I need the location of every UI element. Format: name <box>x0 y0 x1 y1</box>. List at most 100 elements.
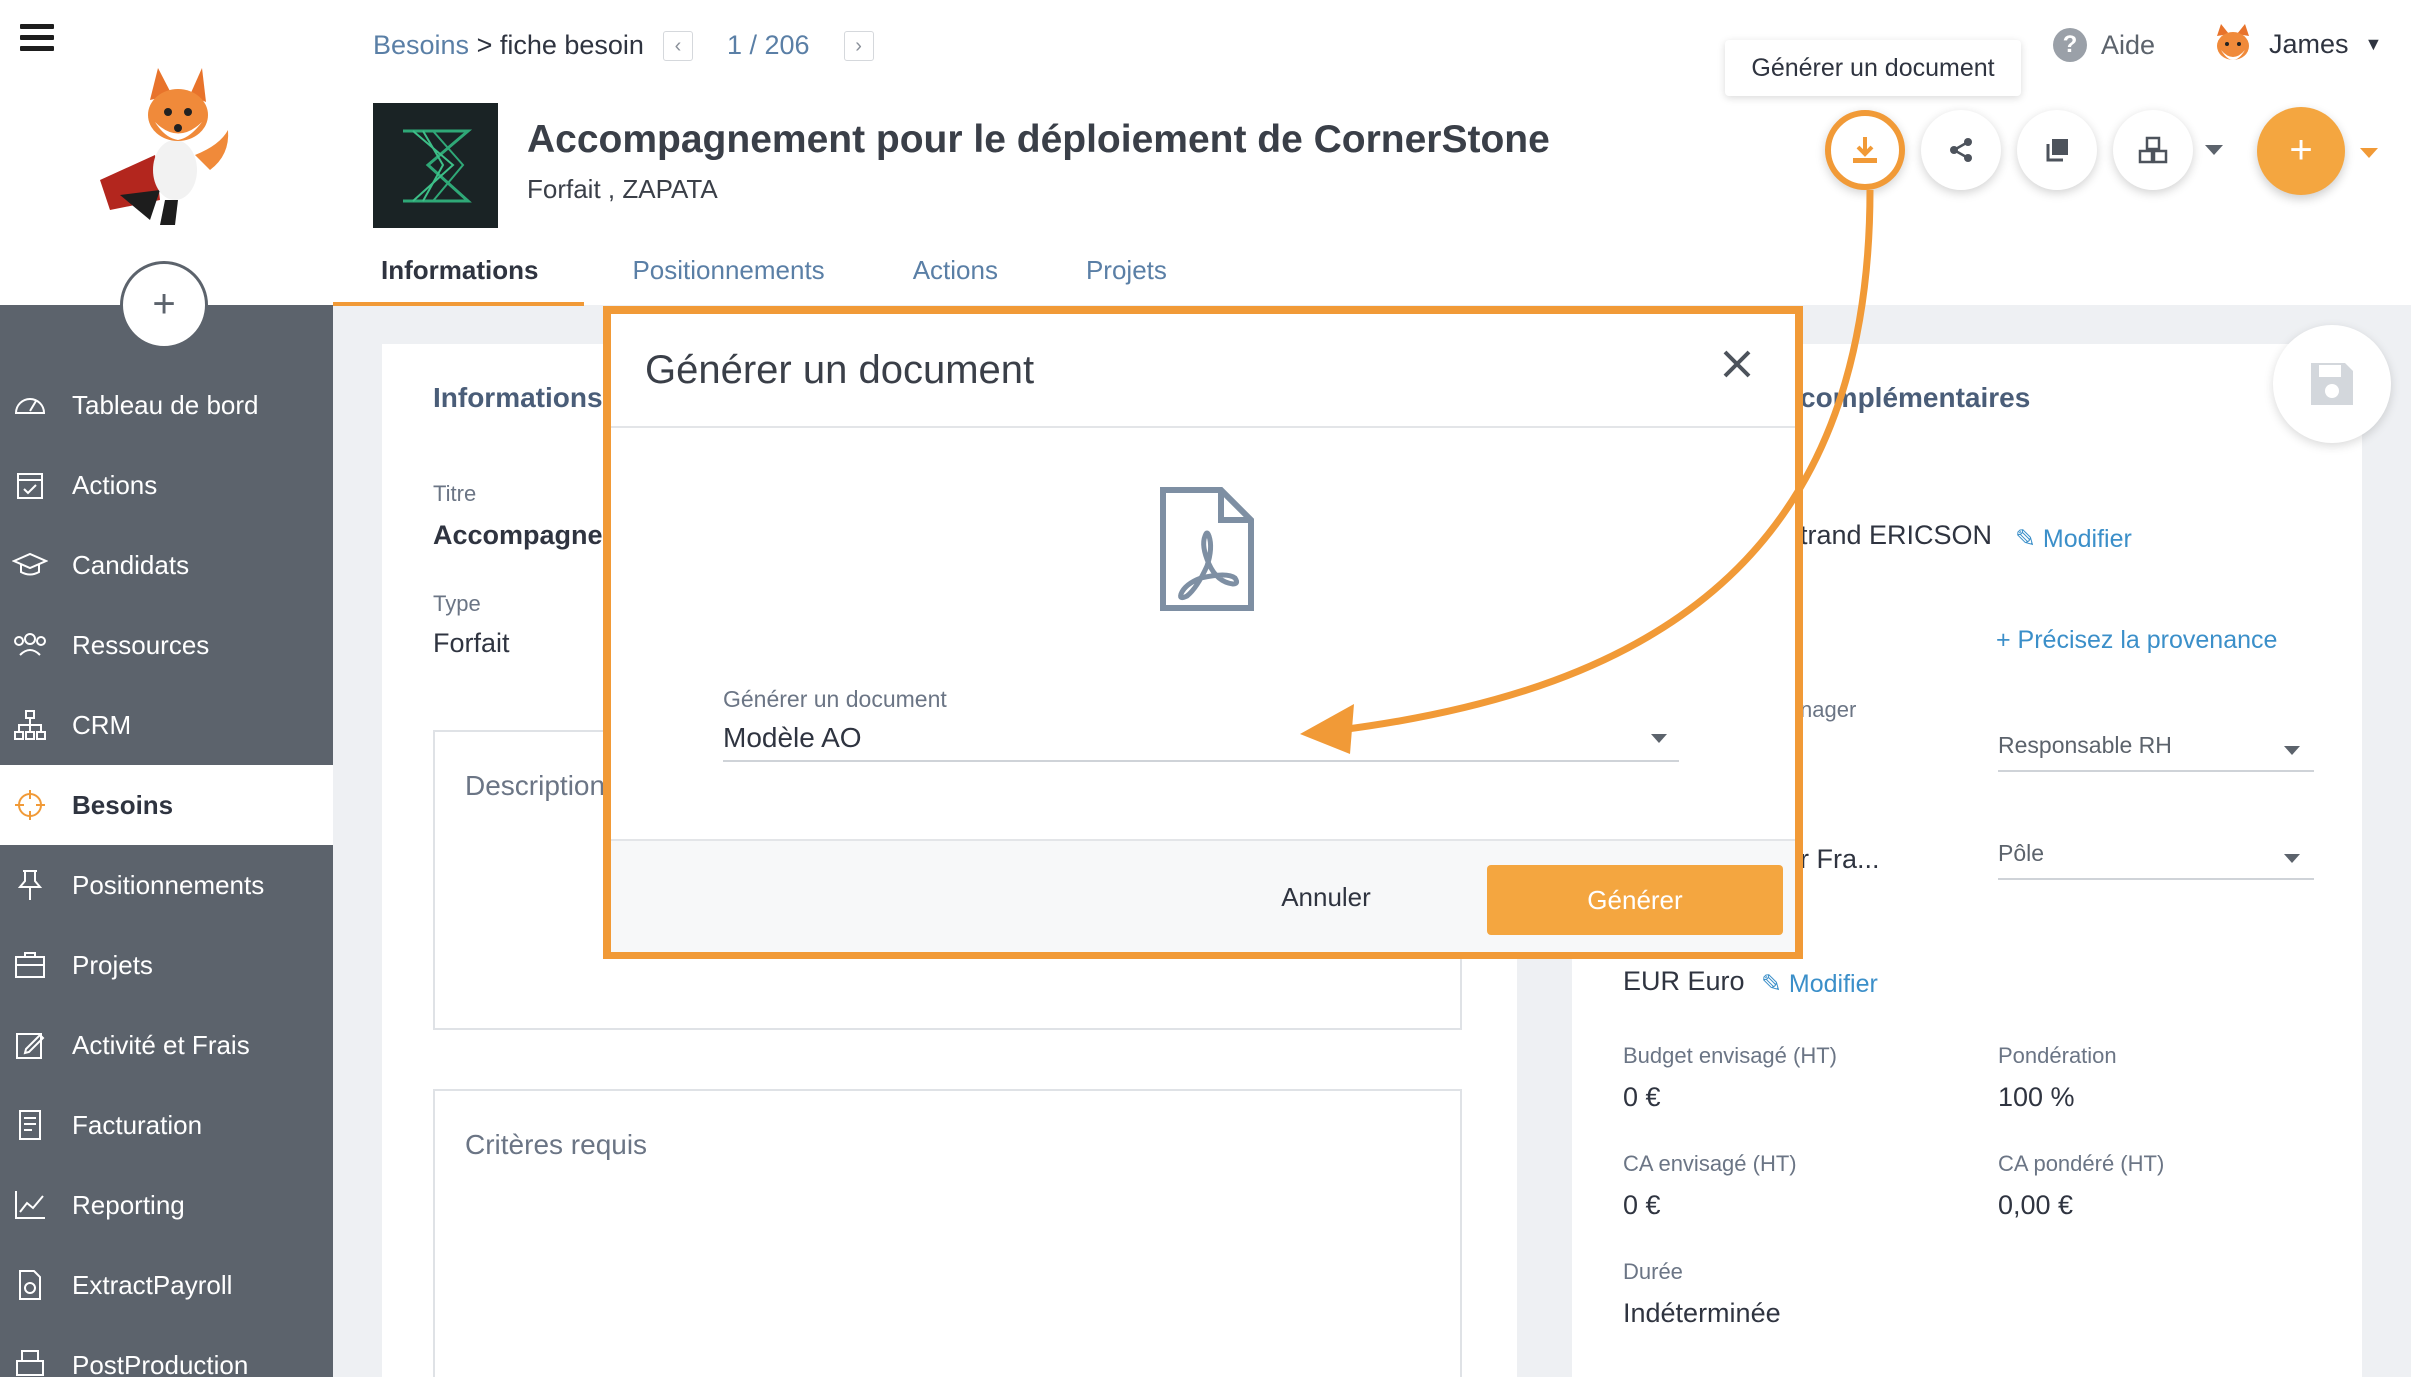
chevron-down-icon[interactable] <box>2205 145 2223 155</box>
pager-previous-button[interactable]: ‹ <box>663 30 693 61</box>
tab-informations[interactable]: Informations <box>333 250 585 306</box>
chevron-down-icon <box>2284 746 2300 755</box>
template-select[interactable] <box>723 760 1679 762</box>
save-button[interactable] <box>2273 325 2391 443</box>
provenance-link[interactable]: + Précisez la provenance <box>1996 626 2277 655</box>
help-label: Aide <box>2101 29 2156 60</box>
sidebar-item-activite-frais[interactable]: Activité et Frais <box>0 1005 333 1085</box>
help-icon: ? <box>2053 28 2087 62</box>
sidebar-item-tableau-de-bord[interactable]: Tableau de bord <box>0 365 333 445</box>
sidebar-item-besoins[interactable]: Besoins <box>0 765 333 845</box>
record-actions <box>1825 110 2241 190</box>
sidebar-item-facturation[interactable]: Facturation <box>0 1085 333 1165</box>
section-title: complémentaires <box>1800 382 2031 413</box>
pencil-icon: ✎ <box>1761 970 1789 998</box>
cubes-icon <box>2138 136 2168 164</box>
calendar-check-icon <box>12 467 48 503</box>
sidebar-item-crm[interactable]: CRM <box>0 685 333 765</box>
breadcrumb-parent-link[interactable]: Besoins <box>373 30 469 60</box>
sidebar-item-positionnements[interactable]: Positionnements <box>0 845 333 925</box>
share-button[interactable] <box>1921 110 2001 190</box>
description-label: Description <box>465 770 606 801</box>
modal-header: Générer un document <box>611 314 1795 428</box>
tab-projets[interactable]: Projets <box>1038 250 1207 306</box>
contact-value: trand ERICSON <box>1800 520 1993 550</box>
duplicate-button[interactable] <box>2017 110 2097 190</box>
user-menu[interactable]: James ▼ <box>2211 22 2382 66</box>
ca-value: 0 € <box>1623 1190 1661 1220</box>
sidebar: + Tableau de bord Actions Candidats Ress… <box>0 0 333 1377</box>
people-icon <box>12 627 48 663</box>
sidebar-item-ressources[interactable]: Ressources <box>0 605 333 685</box>
criteres-field[interactable]: Critères requis <box>433 1089 1462 1377</box>
more-actions-button[interactable] <box>2113 110 2193 190</box>
chevron-down-icon: ▼ <box>2364 33 2383 54</box>
pdf-file-icon <box>1160 487 1254 611</box>
titre-value[interactable]: Accompagner <box>433 520 613 551</box>
generate-document-button[interactable] <box>1825 110 1905 190</box>
quick-add-button[interactable]: + <box>120 261 208 349</box>
share-icon <box>1950 138 1972 162</box>
edit-icon <box>12 1027 48 1063</box>
add-button[interactable]: + <box>2257 107 2345 195</box>
breadcrumb: Besoins > fiche besoin <box>373 30 644 61</box>
chart-line-icon <box>12 1187 48 1223</box>
sidebar-item-reporting[interactable]: Reporting <box>0 1165 333 1245</box>
titre-label: Titre <box>433 481 477 506</box>
modifier-contact-link[interactable]: ✎ Modifier <box>2015 524 2132 554</box>
hamburger-menu-icon[interactable] <box>20 24 54 52</box>
crosshair-icon <box>12 787 48 823</box>
sidebar-item-label: PostProduction <box>72 1349 249 1377</box>
ca-pondere-value: 0,00 € <box>1998 1190 2074 1220</box>
copy-icon <box>2046 139 2068 162</box>
chevron-down-icon[interactable] <box>2360 148 2378 158</box>
file-export-icon <box>12 1267 48 1303</box>
user-name: James <box>2269 28 2349 59</box>
pencil-icon: ✎ <box>2015 525 2043 553</box>
floppy-disk-icon <box>2311 363 2353 405</box>
printer-icon <box>12 1347 48 1377</box>
ca-label: CA envisagé (HT) <box>1623 1151 1797 1176</box>
close-icon[interactable] <box>1717 344 1757 384</box>
pager-next-button[interactable]: › <box>843 30 874 61</box>
sidebar-item-projets[interactable]: Projets <box>0 925 333 1005</box>
sidebar-item-label: Reporting <box>72 1189 185 1220</box>
section-title: Informations <box>433 382 603 413</box>
briefcase-icon <box>12 947 48 983</box>
sidebar-item-extractpayroll[interactable]: ExtractPayroll <box>0 1245 333 1325</box>
sidebar-item-candidats[interactable]: Candidats <box>0 525 333 605</box>
need-thumbnail <box>373 103 498 228</box>
generate-button[interactable]: Générer <box>1487 865 1783 935</box>
sidebar-item-postproduction[interactable]: PostProduction <box>0 1325 333 1377</box>
chevron-down-icon[interactable] <box>1651 734 1667 743</box>
generate-document-tooltip: Générer un document <box>1725 40 2021 96</box>
sidebar-item-label: Projets <box>72 949 153 980</box>
pole-select[interactable]: Pôle <box>1998 840 2314 880</box>
org-chart-icon <box>12 707 48 743</box>
sidebar-item-label: Ressources <box>72 629 210 660</box>
sidebar-item-actions[interactable]: Actions <box>0 445 333 525</box>
record-pager: ‹ 1 / 206 › <box>663 30 874 61</box>
page-title: Accompagnement pour le déploiement de Co… <box>527 118 1550 161</box>
agence-value: r Fra... <box>1800 844 1880 874</box>
tab-positionnements[interactable]: Positionnements <box>584 250 864 306</box>
sidebar-nav: Tableau de bord Actions Candidats Ressou… <box>0 365 333 1377</box>
fox-logo <box>100 68 229 225</box>
invoice-icon <box>12 1107 48 1143</box>
type-value[interactable]: Forfait <box>433 628 510 659</box>
responsable-select[interactable]: Responsable RH <box>1998 732 2314 772</box>
cancel-button[interactable]: Annuler <box>1251 867 1401 927</box>
help-link[interactable]: ? Aide <box>2053 28 2155 62</box>
tab-actions[interactable]: Actions <box>865 250 1038 306</box>
pole-select-value: Pôle <box>1998 840 2045 866</box>
modal-footer: Annuler Générer <box>611 839 1795 952</box>
modifier-currency-link[interactable]: ✎ Modifier <box>1761 969 1878 999</box>
sidebar-header <box>0 0 333 305</box>
sidebar-item-label: Actions <box>72 469 158 500</box>
sidebar-item-label: Activité et Frais <box>72 1029 250 1060</box>
modal-title: Générer un document <box>645 348 1035 392</box>
type-label: Type <box>433 591 481 616</box>
sidebar-item-label: Facturation <box>72 1109 203 1140</box>
template-select-value[interactable]: Modèle AO <box>723 722 862 754</box>
graduation-cap-icon <box>12 547 48 583</box>
